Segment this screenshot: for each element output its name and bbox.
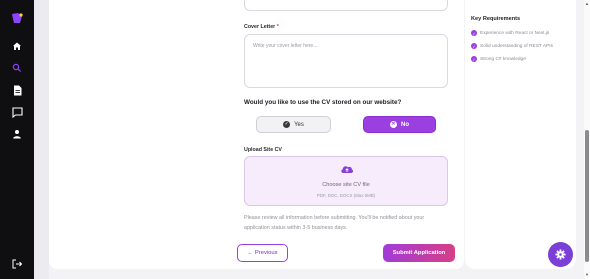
chat-icon[interactable] xyxy=(0,104,34,120)
home-icon[interactable] xyxy=(0,38,34,54)
search-icon[interactable] xyxy=(0,60,34,76)
key-requirements-title: Key Requirements xyxy=(471,16,521,22)
scroll-down-arrow[interactable]: ▼ xyxy=(584,272,590,277)
cloud-upload-icon xyxy=(341,166,354,173)
gear-icon xyxy=(555,249,566,260)
cover-letter-textarea[interactable]: Write your cover letter here... xyxy=(244,34,448,88)
option-yes-label: Yes xyxy=(294,121,304,128)
check-circle-icon: ✓ xyxy=(283,121,291,128)
cv-question: Would you like to use the CV stored on o… xyxy=(244,99,402,106)
user-icon[interactable] xyxy=(0,126,34,142)
requirement-item: ✓ Strong C# knowledge xyxy=(471,56,526,62)
logo-icon[interactable] xyxy=(0,10,34,26)
submit-application-button[interactable]: Submit Application xyxy=(383,244,455,262)
settings-fab-button[interactable] xyxy=(548,242,573,267)
upload-cv-label: Upload Site CV xyxy=(244,147,282,153)
check-circle-icon: ✓ xyxy=(471,56,477,62)
option-yes-button[interactable]: ✓ Yes xyxy=(256,116,331,133)
close-circle-icon: ✕ xyxy=(390,121,397,128)
upload-title: Choose site CV file xyxy=(322,182,370,188)
upload-formats: PDF, DOC, DOCX (Max 5MB) xyxy=(316,193,376,198)
check-circle-icon: ✓ xyxy=(471,30,477,36)
review-note: Please review all information before sub… xyxy=(244,215,425,231)
previous-button[interactable]: ← Previous xyxy=(237,244,288,262)
scroll-up-arrow[interactable]: ▲ xyxy=(584,1,590,6)
previous-field-input[interactable] xyxy=(244,0,448,11)
content-gutter xyxy=(34,0,49,279)
job-summary-panel xyxy=(465,0,576,269)
cover-letter-label: Cover Letter * xyxy=(244,24,279,30)
check-circle-icon: ✓ xyxy=(471,43,477,49)
cv-upload-dropzone[interactable]: Choose site CV file PDF, DOC, DOCX (Max … xyxy=(244,156,448,206)
cover-letter-placeholder: Write your cover letter here... xyxy=(253,43,318,49)
required-mark: * xyxy=(276,24,279,30)
option-no-button[interactable]: ✕ No xyxy=(363,116,436,133)
sidebar xyxy=(0,0,34,279)
logout-icon[interactable] xyxy=(0,256,34,272)
requirement-item: ✓ Solid understanding of REST APIs xyxy=(471,43,553,49)
option-no-label: No xyxy=(401,121,409,128)
requirement-item: ✓ Experience with React or Next.js xyxy=(471,30,550,36)
document-icon[interactable] xyxy=(0,82,34,98)
scrollbar-thumb[interactable] xyxy=(585,130,589,262)
